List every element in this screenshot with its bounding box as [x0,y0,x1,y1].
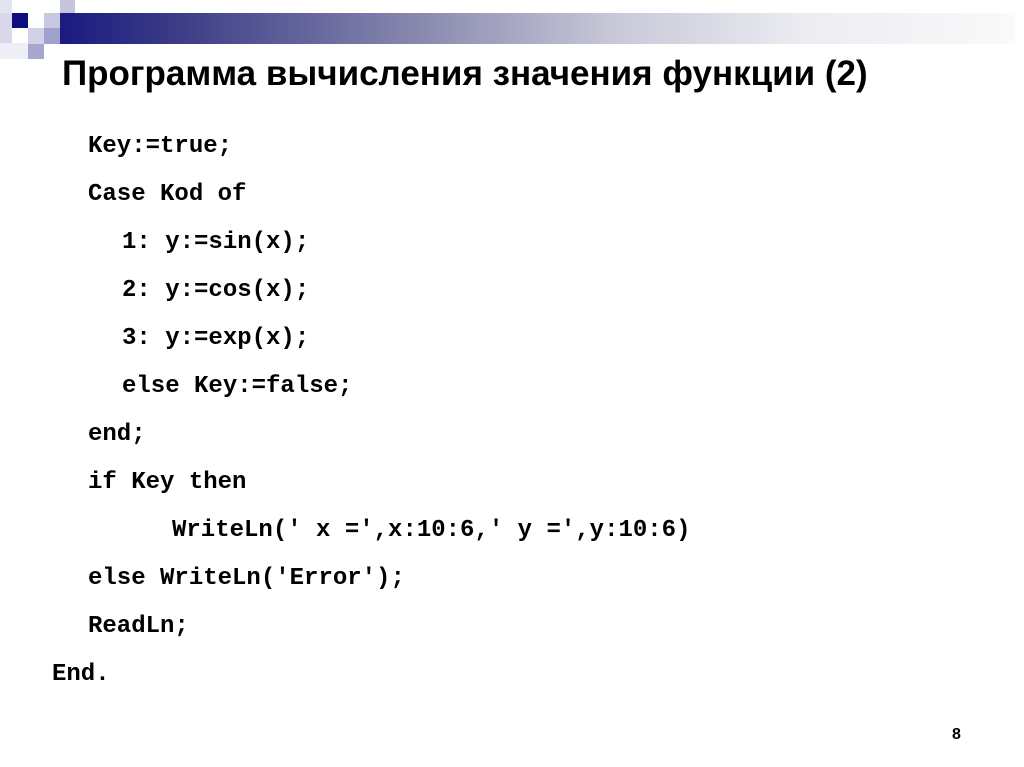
code-line: Case Kod of [88,181,247,208]
slide-title: Программа вычисления значения функции (2… [62,54,868,93]
page-number: 8 [952,726,961,743]
code-line: 2: y:=cos(x); [122,277,310,304]
square-light [0,43,28,59]
square-light [0,13,12,43]
code-line: end; [88,421,146,448]
square-mid [28,44,44,59]
square-light [44,13,60,28]
code-line: if Key then [88,469,247,496]
code-line: 3: y:=exp(x); [122,325,310,352]
code-line: ReadLn; [88,613,189,640]
code-line: Key:=true; [88,133,233,160]
code-line: End. [52,661,110,688]
header-gradient-bar [60,13,1015,44]
square-mid [60,0,75,13]
code-line: 1: y:=sin(x); [122,229,310,256]
square-dark [12,13,28,28]
code-line: WriteLn(' x =',x:10:6,' y =',y:10:6) [172,517,691,544]
square-mid [44,28,60,44]
code-line: else Key:=false; [122,373,353,400]
code-line: else WriteLn('Error'); [88,565,405,592]
square-light [0,0,12,13]
square-light [28,28,44,44]
